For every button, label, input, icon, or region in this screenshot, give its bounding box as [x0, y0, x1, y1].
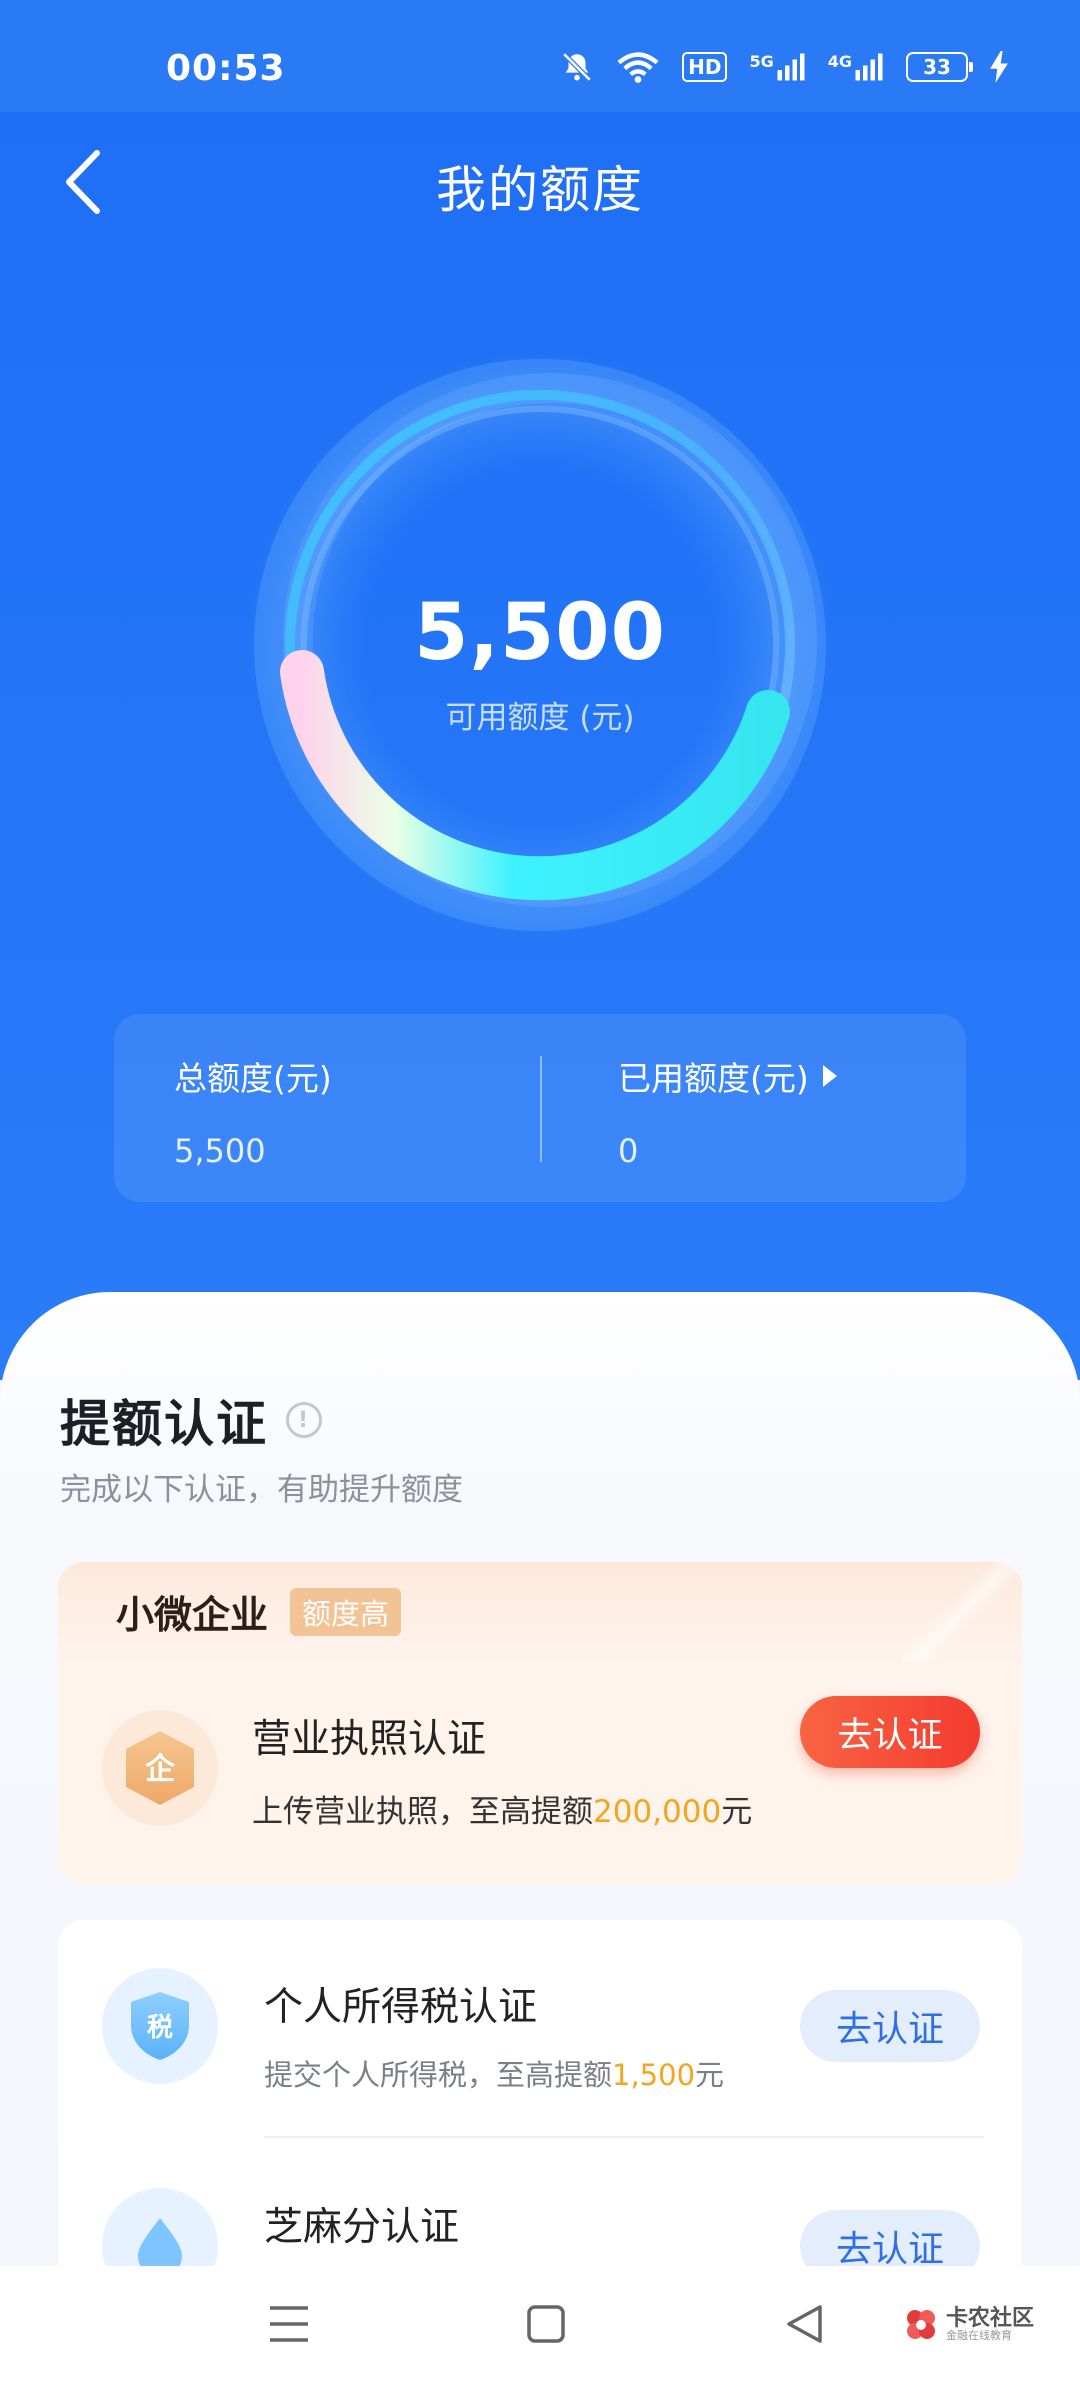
- business-license-icon: 企: [102, 1710, 218, 1826]
- business-license-text: 营业执照认证 上传营业执照，至高提额200,000元: [252, 1708, 752, 1831]
- business-license-max-amount: 200,000: [593, 1794, 722, 1830]
- small-business-title: 小微企业: [116, 1593, 269, 1637]
- menu-icon: [270, 2306, 308, 2342]
- signal-5g-label: 5G: [749, 52, 774, 71]
- watermark-flower-icon: [907, 2310, 935, 2339]
- section-title: 提额认证 !: [60, 1384, 322, 1456]
- small-business-header: 小微企业 额度高: [116, 1584, 402, 1639]
- watermark-subtitle: 金融在线教育: [946, 2329, 1012, 2342]
- list-item: 税 个人所得税认证 提交个人所得税，至高提额1,500元 去认证: [58, 1920, 1022, 2140]
- used-credit[interactable]: 已用额度(元) 0: [618, 1052, 837, 1170]
- used-credit-value: 0: [618, 1132, 639, 1170]
- enterprise-icon-glyph: 企: [145, 1752, 176, 1787]
- used-credit-label: 已用额度(元): [618, 1059, 809, 1098]
- business-license-desc-prefix: 上传营业执照，至高提额: [252, 1794, 593, 1830]
- watermark-title: 卡农社区: [946, 2306, 1035, 2331]
- hero-section: 00:53 HD 5G 4G 33 我的额度 5,500 可用额度 (元) 总额…: [0, 0, 1080, 1380]
- section-subtitle: 完成以下认证，有助提升额度: [60, 1472, 463, 1508]
- nav-bar: 我的额度: [0, 112, 1080, 252]
- tax-icon-glyph: 税: [147, 2013, 173, 2043]
- business-license-title: 营业执照认证: [252, 1717, 487, 1762]
- business-license-certify-button[interactable]: 去认证: [800, 1696, 980, 1768]
- status-icons: HD 5G 4G 33: [560, 50, 1008, 84]
- small-business-card: 小微企业 额度高 企 营业执照认证 上传营业执照，至高提额200,000元 去认…: [58, 1562, 1022, 1884]
- section-title-text: 提额认证: [60, 1395, 268, 1453]
- income-tax-desc-suffix: 元: [695, 2058, 725, 2092]
- business-license-desc: 上传营业执照，至高提额200,000元: [252, 1786, 752, 1831]
- business-license-desc-suffix: 元: [721, 1794, 753, 1830]
- income-tax-text: 个人所得税认证 提交个人所得税，至高提额1,500元: [264, 1976, 724, 2094]
- used-credit-link[interactable]: 已用额度(元): [618, 1052, 837, 1100]
- status-bar: 00:53 HD 5G 4G 33: [0, 0, 1080, 112]
- enterprise-hexagon-icon: 企: [126, 1731, 194, 1805]
- back-nav-button[interactable]: [784, 2302, 824, 2350]
- total-credit: 总额度(元) 5,500: [174, 1052, 332, 1170]
- card-gloss: [902, 1562, 1022, 1662]
- high-limit-badge: 额度高: [290, 1587, 402, 1636]
- home-square-icon: [527, 2305, 565, 2343]
- certification-panel: 提额认证 ! 完成以下认证，有助提升额度 小微企业 额度高 企 营业执照认证 上…: [0, 1292, 1080, 2400]
- income-tax-title: 个人所得税认证: [264, 1985, 538, 2030]
- page-title: 我的额度: [436, 161, 644, 219]
- total-credit-value: 5,500: [174, 1132, 266, 1170]
- tax-icon-wrap: 税: [102, 1968, 218, 2084]
- income-tax-desc: 提交个人所得税，至高提额1,500元: [264, 2052, 724, 2094]
- summary-divider: [540, 1056, 542, 1162]
- income-tax-desc-prefix: 提交个人所得税，至高提额: [264, 2058, 613, 2092]
- home-button[interactable]: [526, 2302, 566, 2350]
- caret-right-icon: [822, 1065, 837, 1087]
- system-nav-bar: 卡农社区 金融在线教育: [0, 2266, 1080, 2400]
- business-license-item: 企 营业执照认证 上传营业执照，至高提额200,000元 去认证: [58, 1662, 1022, 1884]
- available-credit-amount: 5,500: [414, 588, 666, 678]
- status-time: 00:53: [166, 48, 286, 89]
- bell-muted-icon: [560, 50, 594, 84]
- battery-icon: 33: [906, 52, 973, 82]
- income-tax-max-amount: 1,500: [612, 2058, 696, 2092]
- signal-4g-icon: 4G: [828, 52, 884, 82]
- sesame-credit-text: 芝麻分认证: [264, 2196, 459, 2252]
- wifi-icon: [616, 50, 660, 84]
- signal-5g-icon: 5G: [749, 52, 805, 82]
- signal-4g-label: 4G: [827, 52, 852, 71]
- sesame-credit-title: 芝麻分认证: [264, 2205, 460, 2250]
- back-triangle-icon: [787, 2305, 822, 2343]
- available-credit-label: 可用额度 (元): [445, 700, 635, 736]
- credit-ring: 5,500 可用额度 (元): [240, 340, 840, 960]
- total-credit-label: 总额度(元): [174, 1059, 332, 1098]
- watermark-logo: 卡农社区 金融在线教育: [902, 2306, 1034, 2344]
- credit-summary-card: 总额度(元) 5,500 已用额度(元) 0: [114, 1014, 966, 1202]
- tax-shield-icon: 税: [131, 1992, 189, 2060]
- row-divider: [264, 2136, 984, 2138]
- income-tax-certify-button[interactable]: 去认证: [800, 1990, 980, 2062]
- hd-voice-icon: HD: [682, 52, 728, 82]
- menu-button[interactable]: [268, 2302, 310, 2350]
- charging-icon: [990, 51, 1008, 83]
- info-icon[interactable]: !: [286, 1402, 322, 1438]
